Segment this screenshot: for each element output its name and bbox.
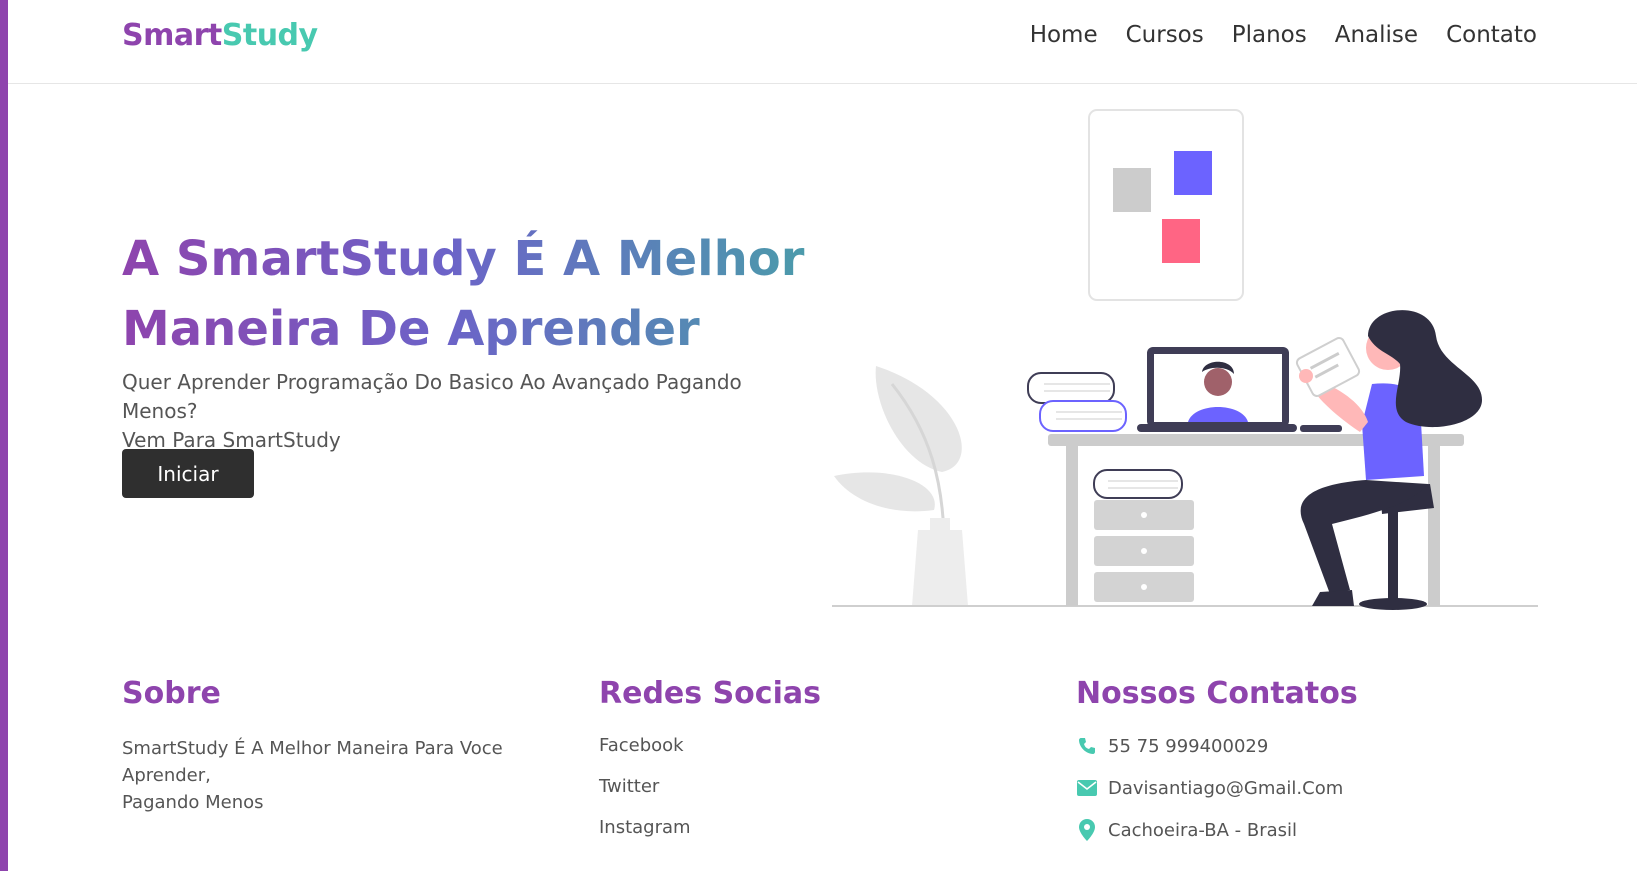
- hero-title-line1: A SmartStudy É A Melhor: [122, 231, 805, 287]
- contact-item-email: Davisantiago@Gmail.Com: [1076, 777, 1496, 799]
- nav-link-contato[interactable]: Contato: [1446, 22, 1537, 48]
- footer-contact: Nossos Contatos 55 75 999400029 Davisant…: [1076, 676, 1496, 861]
- footer-about-text-line1: SmartStudy É A Melhor Maneira Para Voce …: [122, 738, 503, 786]
- hero-title: A SmartStudy É A Melhor Maneira De Apren…: [122, 224, 842, 364]
- hero-subtitle-line1: Quer Aprender Programação Do Basico Ao A…: [122, 370, 742, 423]
- envelope-icon: [1076, 777, 1098, 799]
- footer-about-text-line2: Pagando Menos: [122, 792, 264, 813]
- laptop: [1137, 347, 1297, 432]
- brand-logo-part1: Smart: [122, 18, 222, 53]
- brand-logo-part2: Study: [221, 18, 318, 53]
- nav-link-home[interactable]: Home: [1030, 22, 1098, 48]
- contact-item-phone: 55 75 999400029: [1076, 735, 1496, 757]
- hero-title-line2: Maneira De Aprender: [122, 301, 700, 357]
- brand-logo[interactable]: SmartStudy: [122, 18, 318, 53]
- wall-board: [1088, 109, 1244, 301]
- footer-social: Redes Socias Facebook Twitter Instagram: [599, 676, 1019, 858]
- nav-link-analise[interactable]: Analise: [1335, 22, 1418, 48]
- social-link-twitter[interactable]: Twitter: [599, 776, 1019, 797]
- contact-item-location: Cachoeira-BA - Brasil: [1076, 819, 1496, 841]
- left-edge-strip: [0, 0, 8, 871]
- start-button[interactable]: Iniciar: [122, 449, 254, 498]
- pen: [1300, 425, 1342, 432]
- social-link-instagram[interactable]: Instagram: [599, 817, 1019, 838]
- phone-icon: [1076, 735, 1098, 757]
- contact-email-text: Davisantiago@Gmail.Com: [1108, 777, 1344, 799]
- footer-social-heading: Redes Socias: [599, 676, 821, 711]
- footer-about: Sobre SmartStudy É A Melhor Maneira Para…: [122, 676, 582, 816]
- hero-subtitle: Quer Aprender Programação Do Basico Ao A…: [122, 368, 822, 455]
- woman-figure: [1295, 310, 1482, 610]
- footer-about-text: SmartStudy É A Melhor Maneira Para Voce …: [122, 735, 582, 816]
- social-link-facebook[interactable]: Facebook: [599, 735, 1019, 756]
- plant-decoration: [834, 366, 968, 606]
- hero-illustration: [832, 109, 1538, 610]
- footer-contact-heading: Nossos Contatos: [1076, 676, 1358, 711]
- nav-link-cursos[interactable]: Cursos: [1126, 22, 1204, 48]
- contact-phone-text: 55 75 999400029: [1108, 735, 1269, 757]
- map-marker-icon: [1076, 819, 1098, 841]
- nav-link-planos[interactable]: Planos: [1232, 22, 1307, 48]
- main-nav: Home Cursos Planos Analise Contato: [1030, 22, 1537, 48]
- top-navbar: SmartStudy Home Cursos Planos Analise Co…: [8, 0, 1637, 84]
- contact-location-text: Cachoeira-BA - Brasil: [1108, 819, 1298, 841]
- footer-about-heading: Sobre: [122, 676, 221, 711]
- stacked-books: [1027, 372, 1127, 432]
